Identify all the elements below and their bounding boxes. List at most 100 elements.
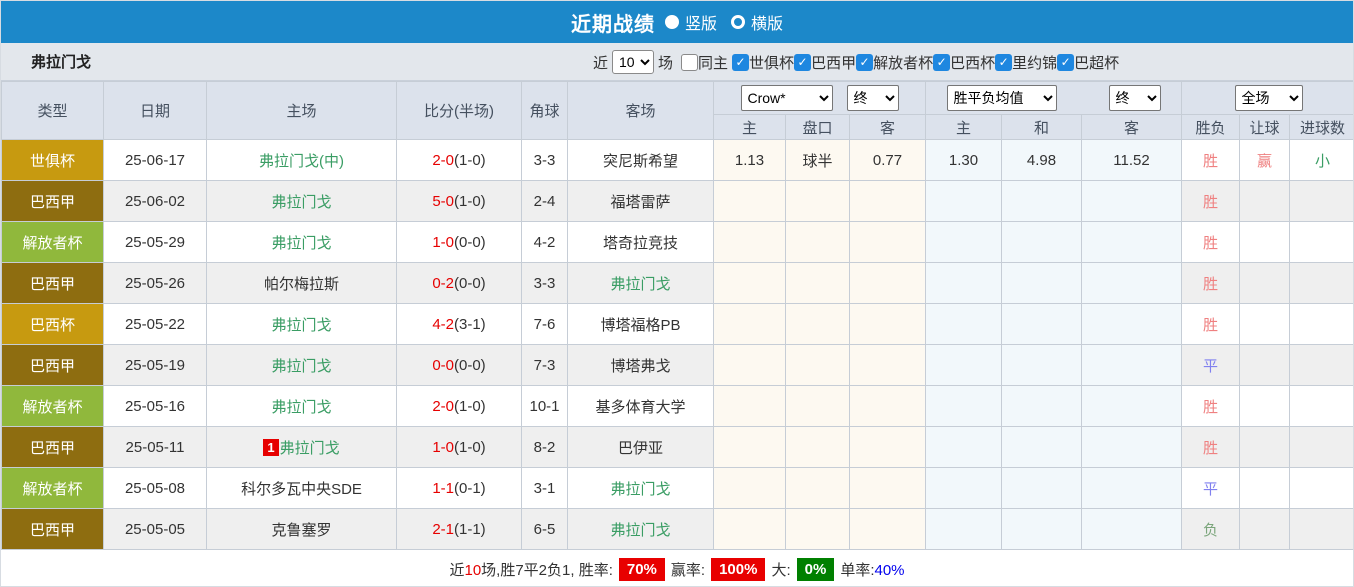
radio-horizontal-layout[interactable]: 横版 (731, 10, 783, 34)
handicap-result-cell: 赢 (1239, 139, 1291, 181)
fulltime-score: 0-2 (432, 274, 454, 292)
away-team-name[interactable]: 弗拉门戈 (610, 481, 670, 498)
league-type-badge: 巴西甲 (1, 180, 104, 222)
radio-unselected-icon[interactable] (731, 15, 745, 29)
odds-away (849, 467, 926, 509)
league-filter-解放者杯[interactable]: ✓ 解放者杯 (856, 52, 933, 73)
odds-away (849, 262, 926, 304)
away-team[interactable]: 弗拉门戈 (567, 467, 714, 509)
table-row: 巴西杯 25-05-22 弗拉门戈 4-2(3-1) 7-6 博塔福格PB 胜 (1, 303, 1353, 345)
radio-selected-icon[interactable] (664, 15, 679, 29)
home-team[interactable]: 弗拉门戈(中) (206, 139, 397, 181)
results-table: 类型 日期 主场 比分(半场) 角球 客场 Crow* 终 胜平负均值 终 全场… (1, 81, 1353, 550)
home-team-name[interactable]: 弗拉门戈 (280, 440, 340, 457)
avg-draw (1001, 508, 1082, 550)
home-team-name[interactable]: 弗拉门戈 (271, 317, 331, 334)
single-rate-label: 单率:40% (840, 562, 905, 579)
result-cell: 胜 (1181, 385, 1241, 427)
avg-stage-select[interactable]: 终 (1108, 85, 1161, 111)
away-team: 博塔福格PB (567, 303, 714, 345)
table-row: 解放者杯 25-05-16 弗拉门戈 2-0(1-0) 10-1 基多体育大学胜 (1, 385, 1353, 427)
score-cell: 2-0(1-0) (396, 385, 522, 427)
recent-results-panel: 近期战绩 竖版 横版 弗拉门戈 近 10 场 同主 ✓ 世俱杯 ✓ 巴西甲 ✓ 解放者杯 ✓ 巴… (0, 0, 1354, 587)
checkbox-checked-icon[interactable]: ✓ (1057, 53, 1075, 71)
league-filter-巴西杯[interactable]: ✓ 巴西杯 (933, 52, 995, 73)
checkbox-unchecked-icon[interactable] (681, 53, 699, 71)
home-team[interactable]: 弗拉门戈 (206, 344, 397, 386)
avg-home: 1.30 (925, 139, 1002, 181)
home-team-name[interactable]: 弗拉门戈 (271, 194, 331, 211)
league-checkbox-group: 同主 ✓ 世俱杯 ✓ 巴西甲 ✓ 解放者杯 ✓ 巴西杯 ✓ 里约锦 ✓ 巴超杯 (681, 52, 1119, 73)
subheader-result: 胜负 (1181, 114, 1241, 140)
col-header-type: 类型 (1, 81, 104, 140)
league-filter-巴西甲[interactable]: ✓ 巴西甲 (794, 52, 856, 73)
home-team[interactable]: 弗拉门戈 (206, 221, 397, 263)
home-team-name[interactable]: 弗拉门戈 (271, 399, 331, 416)
goals-result-cell (1289, 344, 1353, 386)
matches-label: 场 (658, 54, 674, 72)
away-team-name[interactable]: 弗拉门戈 (610, 522, 670, 539)
league-filter-巴超杯[interactable]: ✓ 巴超杯 (1057, 52, 1119, 73)
table-row: 解放者杯 25-05-08 科尔多瓦中央SDE 1-1(0-1) 3-1 弗拉门戈平 (1, 467, 1353, 509)
score-cell: 1-0(1-0) (396, 426, 522, 468)
big-rate-badge: 0% (796, 558, 835, 581)
result-cell: 胜 (1181, 180, 1241, 222)
avg-away (1080, 426, 1183, 468)
avg-away (1080, 303, 1183, 345)
home-team[interactable]: 1 弗拉门戈 (206, 426, 397, 468)
halftime-score: (1-0) (454, 438, 486, 456)
scope-select[interactable]: 全场 (1234, 85, 1303, 111)
table-row: 巴西甲 25-05-19 弗拉门戈 0-0(0-0) 7-3 博塔弗戈平 (1, 344, 1353, 386)
avg-draw (1001, 221, 1082, 263)
checkbox-checked-icon[interactable]: ✓ (856, 53, 874, 71)
home-team[interactable]: 弗拉门戈 (206, 180, 397, 222)
home-team[interactable]: 弗拉门戈 (206, 303, 397, 345)
handicap-result-cell (1239, 262, 1291, 304)
checkbox-checked-icon[interactable]: ✓ (794, 53, 812, 71)
odds-away (849, 508, 926, 550)
radio-vertical-layout[interactable]: 竖版 (664, 10, 717, 34)
avg-away (1080, 467, 1183, 509)
odds-away (849, 221, 926, 263)
col-header-score: 比分(半场) (396, 81, 522, 140)
league-filter-同主[interactable]: 同主 (681, 52, 728, 73)
handicap-result-cell (1239, 426, 1291, 468)
league-filter-label: 解放者杯 (873, 54, 934, 72)
odds-away (849, 385, 926, 427)
radio-horizontal-label: 横版 (751, 16, 784, 33)
title-bar: 近期战绩 竖版 横版 (1, 1, 1353, 43)
away-team-name[interactable]: 弗拉门戈 (610, 276, 670, 293)
avg-home (925, 180, 1002, 222)
table-row: 解放者杯 25-05-29 弗拉门戈 1-0(0-0) 4-2 塔奇拉竞技胜 (1, 221, 1353, 263)
match-date: 25-05-29 (103, 221, 207, 263)
checkbox-checked-icon[interactable]: ✓ (732, 53, 750, 71)
avg-home (925, 426, 1002, 468)
home-team[interactable]: 弗拉门戈 (206, 385, 397, 427)
checkbox-checked-icon[interactable]: ✓ (933, 53, 951, 71)
odds-away: 0.77 (849, 139, 926, 181)
corner-count: 2-4 (521, 180, 568, 222)
odds-stage-select[interactable]: 终 (846, 85, 899, 111)
away-team[interactable]: 弗拉门戈 (567, 508, 714, 550)
odds-company-select[interactable]: Crow* (740, 85, 833, 111)
odds-home (713, 303, 786, 345)
league-filter-label: 同主 (698, 54, 729, 72)
match-count-select[interactable]: 10 (612, 50, 655, 74)
checkbox-checked-icon[interactable]: ✓ (995, 53, 1013, 71)
league-filter-世俱杯[interactable]: ✓ 世俱杯 (732, 52, 794, 73)
league-type-badge: 世俱杯 (1, 139, 104, 181)
league-filter-里约锦[interactable]: ✓ 里约锦 (995, 52, 1057, 73)
home-team-name[interactable]: 弗拉门戈 (271, 358, 331, 375)
odds-home (713, 344, 786, 386)
avg-away (1080, 508, 1183, 550)
result-cell: 胜 (1181, 262, 1241, 304)
corner-count: 7-3 (521, 344, 568, 386)
score-cell: 2-1(1-1) (396, 508, 522, 550)
avg-type-select[interactable]: 胜平负均值 (946, 85, 1057, 111)
away-team[interactable]: 弗拉门戈 (567, 262, 714, 304)
home-team-name[interactable]: 弗拉门戈 (271, 235, 331, 252)
halftime-score: (0-0) (454, 233, 486, 251)
avg-home (925, 385, 1002, 427)
home-team-name[interactable]: 弗拉门戈(中) (259, 153, 344, 170)
team-name: 弗拉门戈 (31, 54, 92, 71)
